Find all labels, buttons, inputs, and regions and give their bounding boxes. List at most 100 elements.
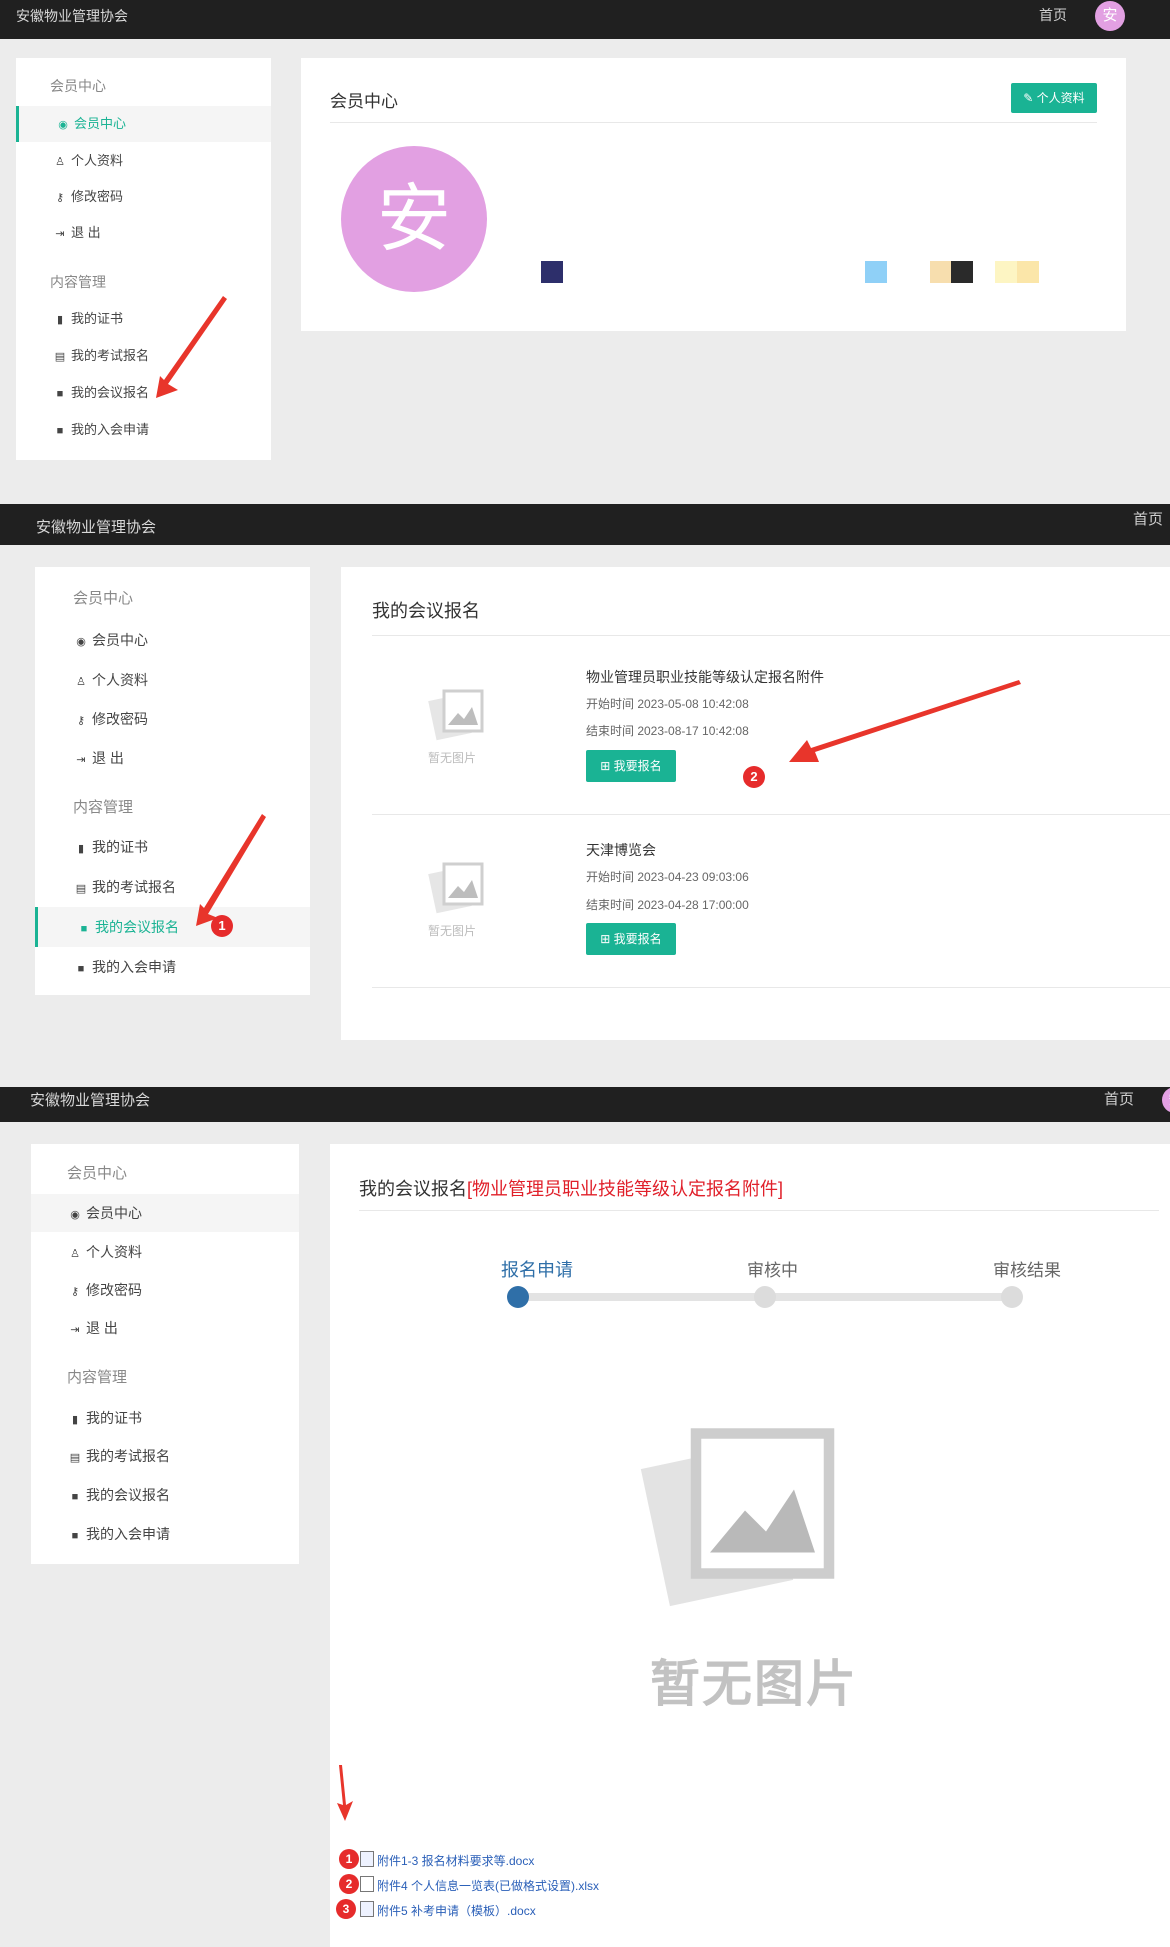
sidebar-item-label: 会员中心	[92, 632, 148, 648]
sidebar-item-profile[interactable]: ♙ 个人资料	[35, 662, 310, 698]
shopping-bag-icon: ■	[80, 923, 88, 935]
sidebar-item-member-center[interactable]: ◉ 会员中心	[35, 622, 310, 658]
step-dot	[754, 1286, 776, 1308]
register-button[interactable]: ⊞ 我要报名	[586, 923, 676, 955]
sidebar-item-label: 我的会议报名	[86, 1487, 170, 1503]
sidebar-item-label: 个人资料	[92, 672, 148, 688]
attachment-name: 附件4 个人信息一览表(已做格式设置).xlsx	[377, 1879, 600, 1893]
sidebar-item-label: 退 出	[92, 750, 124, 766]
sidebar-item-logout[interactable]: ⇥ 退 出	[35, 740, 310, 776]
annotation-arrow	[196, 814, 266, 926]
sidebar-item-profile[interactable]: ♙ 个人资料	[16, 144, 271, 178]
user-icon: ♙	[76, 676, 86, 688]
register-button[interactable]: ⊞ 我要报名	[586, 750, 676, 782]
step-label-reviewing: 审核中	[747, 1261, 798, 1280]
shopping-bag-icon: ■	[71, 1530, 79, 1542]
annotation-arrow	[156, 296, 227, 398]
shopping-bag-icon: ■	[77, 963, 85, 975]
top-navbar: 安徽物业管理协会 首页 安	[0, 1087, 1170, 1122]
sidebar-item-password[interactable]: ⚷ 修改密码	[31, 1272, 299, 1308]
color-swatch	[1017, 261, 1039, 283]
divider	[372, 987, 1170, 988]
user-icon: ♙	[70, 1248, 80, 1260]
sidebar-item-label: 我的会议报名	[95, 919, 179, 935]
bookmark-icon: ▮	[56, 314, 64, 326]
sidebar-item-exam[interactable]: ▤ 我的考试报名	[31, 1438, 299, 1474]
sidebar: 会员中心 ◉ 会员中心 ♙ 个人资料 ⚷ 修改密码 ⇥ 退 出 内容管理 ▮ 我的证书 ▤…	[35, 567, 310, 995]
no-image-label: 暂无图片	[428, 924, 477, 938]
event-title[interactable]: 天津博览会	[586, 840, 656, 860]
sidebar-item-member-center[interactable]: ◉ 会员中心	[16, 106, 271, 142]
sidebar-item-member-center[interactable]: ◉ 会员中心	[31, 1194, 299, 1232]
sidebar-item-logout[interactable]: ⇥ 退 出	[31, 1310, 299, 1346]
annotation-badge: 2	[743, 766, 765, 788]
avatar[interactable]: 安	[1162, 1087, 1170, 1113]
color-swatch	[995, 261, 1017, 283]
picture-icon	[428, 862, 484, 914]
edit-profile-button[interactable]: ✎ 个人资料	[1011, 83, 1097, 113]
step-dot	[1001, 1286, 1023, 1308]
attachment-link[interactable]: 附件5 补考申请（模板）.docx	[360, 1901, 536, 1919]
attachment-name: 附件5 补考申请（模板）.docx	[377, 1904, 536, 1918]
member-center-panel: 会员中心 ✎ 个人资料 安	[301, 58, 1126, 331]
sidebar-item-password[interactable]: ⚷ 修改密码	[35, 701, 310, 737]
event-end-time: 结束时间 2023-08-17 10:42:08	[586, 724, 749, 738]
brand-title: 安徽物业管理协会	[30, 1092, 151, 1109]
page-title: 我的会议报名	[372, 601, 480, 621]
top-navbar: 安徽物业管理协会 首页	[0, 504, 1170, 545]
no-image-label: 暂无图片	[428, 751, 477, 765]
top-navbar: 安徽物业管理协会 首页 安	[0, 0, 1170, 39]
word-file-icon	[360, 1901, 374, 1917]
sidebar-item-label: 修改密码	[71, 189, 124, 204]
sidebar-item-profile[interactable]: ♙ 个人资料	[31, 1234, 299, 1270]
event-start-time: 开始时间 2023-05-08 10:42:08	[586, 697, 749, 711]
sidebar-item-label: 个人资料	[86, 1244, 142, 1260]
annotation-arrow	[337, 1765, 353, 1821]
color-swatch	[951, 261, 973, 283]
page-title-meeting: [物业管理员职业技能等级认定报名附件]	[467, 1179, 784, 1199]
meeting-list-panel: 我的会议报名 暂无图片 物业管理员职业技能等级认定报名附件 开始时间 2023-…	[341, 567, 1170, 1040]
id-card-icon: ▤	[69, 1452, 81, 1464]
sidebar-group-content: 内容管理	[50, 274, 106, 290]
sidebar-item-label: 我的入会申请	[71, 422, 150, 437]
home-link[interactable]: 首页	[1039, 5, 1067, 25]
sidebar-item-label: 退 出	[86, 1320, 118, 1336]
avatar[interactable]: 安	[1095, 1, 1125, 31]
brand-title: 安徽物业管理协会	[36, 519, 157, 536]
page-title-prefix: 我的会议报名	[359, 1179, 467, 1199]
sidebar-item-meeting[interactable]: ■ 我的会议报名	[16, 376, 271, 410]
avatar: 安	[341, 146, 487, 292]
sidebar-item-meeting[interactable]: ■ 我的会议报名	[31, 1477, 299, 1513]
home-link[interactable]: 首页	[1104, 1088, 1134, 1109]
user-circle-icon: ◉	[70, 1209, 80, 1221]
sidebar-item-membership[interactable]: ■ 我的入会申请	[16, 413, 271, 447]
step-label-result: 审核结果	[993, 1261, 1061, 1280]
picture-icon	[428, 689, 484, 741]
annotation-badge: 1	[211, 915, 233, 937]
sidebar-item-label: 我的证书	[92, 839, 148, 855]
user-icon: ♙	[55, 156, 65, 168]
sidebar-item-certificates[interactable]: ▮ 我的证书	[31, 1400, 299, 1436]
sidebar-item-membership[interactable]: ■ 我的入会申请	[31, 1516, 299, 1552]
sidebar-item-label: 我的证书	[71, 311, 124, 326]
sidebar-item-label: 我的考试报名	[86, 1448, 170, 1464]
step-dot-active	[507, 1286, 529, 1308]
sidebar-item-membership[interactable]: ■ 我的入会申请	[35, 949, 310, 985]
home-link[interactable]: 首页	[1133, 508, 1163, 529]
bookmark-icon: ▮	[71, 1414, 79, 1426]
attachment-link[interactable]: 附件1-3 报名材料要求等.docx	[360, 1851, 534, 1869]
sign-out-icon: ⇥	[55, 228, 65, 240]
user-circle-icon: ◉	[58, 119, 68, 131]
attachment-link[interactable]: 附件4 个人信息一览表(已做格式设置).xlsx	[360, 1876, 599, 1894]
sidebar-item-password[interactable]: ⚷ 修改密码	[16, 180, 271, 214]
picture-icon	[640, 1428, 835, 1607]
key-icon: ⚷	[55, 192, 65, 204]
shopping-bag-icon: ■	[56, 425, 64, 437]
meeting-detail-panel: 我的会议报名[物业管理员职业技能等级认定报名附件] 报名申请 审核中 审核结果 …	[330, 1144, 1170, 1947]
sidebar-group-member: 会员中心	[50, 78, 106, 94]
sidebar-item-exam[interactable]: ▤ 我的考试报名	[16, 339, 271, 373]
shopping-bag-icon: ■	[71, 1491, 79, 1503]
sidebar-item-certificates[interactable]: ▮ 我的证书	[16, 302, 271, 336]
no-image-placeholder: 暂无图片	[426, 687, 496, 767]
sidebar-item-logout[interactable]: ⇥ 退 出	[16, 216, 271, 250]
